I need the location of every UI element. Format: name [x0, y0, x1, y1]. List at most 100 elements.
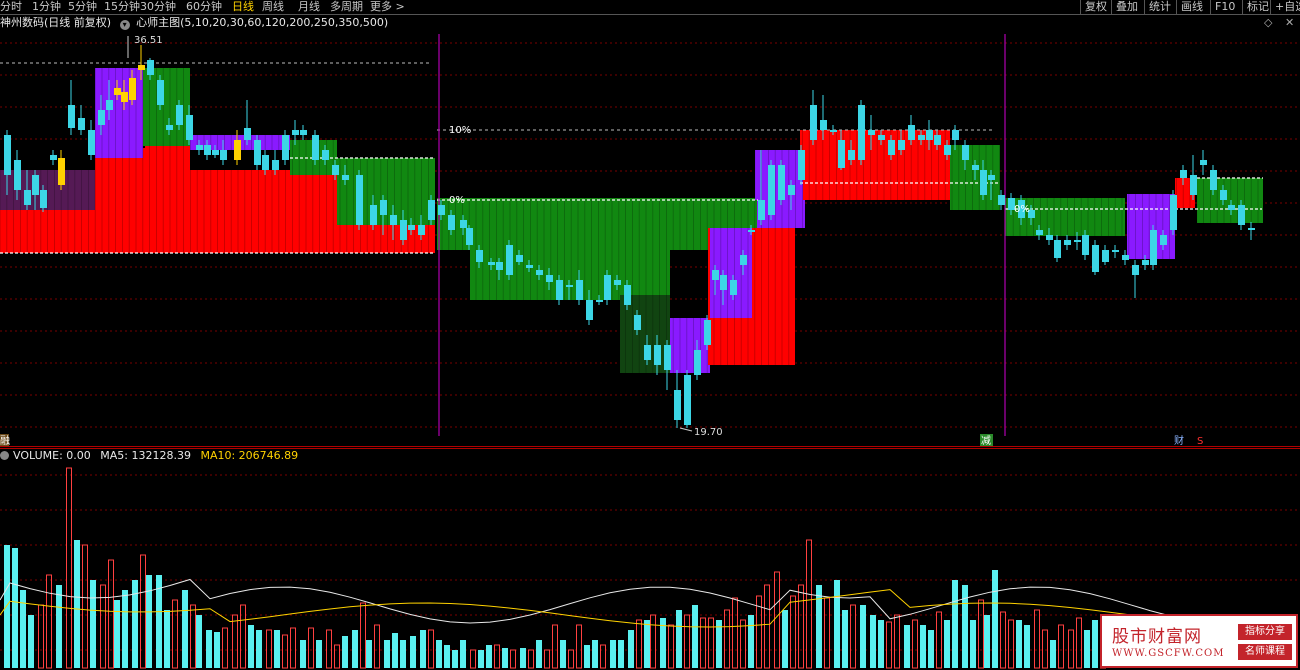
volume-bar-up [708, 617, 714, 669]
candle-body [332, 165, 339, 175]
candle-body [32, 175, 39, 195]
candle-body [810, 105, 817, 140]
candle-body [980, 170, 987, 195]
volume-bar-down [520, 648, 526, 668]
candle-body [674, 390, 681, 420]
volume-bar-down [206, 630, 212, 668]
volume-bar-up [1058, 624, 1064, 669]
watermark-title: 股市财富网 [1112, 627, 1202, 647]
candle-body [1248, 228, 1255, 230]
volume-bar-down [952, 580, 958, 668]
low-price-label: 19.70 [694, 427, 723, 438]
candle-body [24, 190, 31, 205]
candle-body [114, 88, 121, 95]
volume-bar-down [486, 645, 492, 668]
candle-body [1160, 235, 1167, 245]
volume-bar-up [936, 611, 942, 669]
candle-body [506, 245, 513, 275]
volume-bar-up [850, 604, 856, 669]
candle-body [624, 285, 631, 305]
volume-bar-up [700, 617, 706, 669]
volume-bar-down [352, 630, 358, 668]
volume-bar-down [300, 640, 306, 668]
volume-bar-down [644, 620, 650, 668]
candle-body [898, 140, 905, 150]
volume-bar-up [1068, 629, 1074, 669]
candle-body [496, 262, 503, 270]
candle-body [644, 345, 651, 360]
volume-bar-down [74, 540, 80, 668]
candle-body [778, 165, 785, 200]
volume-bar-down [214, 632, 220, 668]
candle-body [546, 275, 553, 282]
volume-bar-up [790, 595, 796, 669]
candle-body [466, 228, 473, 245]
volume-bar-up [576, 624, 582, 669]
candle-body [166, 125, 173, 130]
marker-s: S [1197, 436, 1203, 447]
candle-body [740, 255, 747, 265]
candle-body [654, 345, 661, 365]
candle-body [418, 225, 425, 235]
candle-body [1142, 260, 1149, 265]
candle-body [1122, 255, 1129, 260]
candle-body [798, 150, 805, 180]
candle-body [356, 175, 363, 225]
volume-bar-up [912, 619, 918, 669]
candle-body [1064, 240, 1071, 245]
candle-body [934, 135, 941, 145]
candle-body [952, 130, 959, 140]
candle-body [1210, 170, 1217, 190]
candle-body [78, 118, 85, 130]
candle-body [858, 105, 865, 160]
volume-collapse-icon[interactable] [0, 451, 9, 460]
volume-bar-up [684, 614, 690, 669]
volume-bar-down [842, 610, 848, 668]
volume-bar-up [894, 614, 900, 669]
candle-body [272, 160, 279, 170]
volume-label: VOLUME: 0.00 [13, 449, 91, 462]
candle-body [204, 145, 211, 155]
volume-bar-down [146, 575, 152, 668]
candle-body [292, 130, 299, 135]
watermark-badge: 股市财富网 WWW.GSCFW.COM 指标分享 名师课程 [1100, 614, 1298, 668]
candle-body [408, 225, 415, 230]
volume-bar-down [196, 615, 202, 668]
marker-left: 融 [0, 435, 10, 447]
volume-bar-up [732, 597, 738, 669]
candle-body [1132, 265, 1139, 275]
volume-bar-down [860, 605, 866, 668]
volume-bar-up [308, 627, 314, 669]
candle-body [926, 130, 933, 140]
candle-body [1102, 250, 1109, 262]
volume-bar-down [182, 590, 188, 668]
volume-bar-down [316, 640, 322, 668]
volume-bar-down [592, 640, 598, 668]
volume-bar-down [584, 645, 590, 668]
volume-bar-down [400, 640, 406, 668]
candle-body [428, 200, 435, 220]
candle-body [1036, 230, 1043, 235]
volume-bar-up [1076, 617, 1082, 669]
volume-bar-up [1042, 629, 1048, 669]
watermark-url: WWW.GSCFW.COM [1112, 648, 1225, 659]
kline-chart[interactable]: 36.51 19.70 10% 0% 0% 融 减 财 S [0, 0, 1300, 670]
volume-bar-down [4, 545, 10, 668]
candle-body [300, 130, 307, 135]
candle-body [196, 145, 203, 150]
volume-bar-up [1000, 611, 1006, 669]
candle-body [50, 155, 57, 160]
candle-body [1220, 190, 1227, 200]
candle-body [4, 135, 11, 175]
watermark-tag-share: 指标分享 [1238, 624, 1292, 640]
candle-body [380, 200, 387, 215]
candle-body [1200, 160, 1207, 165]
pct-0-label: 0% [449, 195, 465, 206]
volume-bar-up [636, 619, 642, 669]
volume-bar-down [410, 636, 416, 668]
candle-body [566, 285, 573, 287]
volume-bar-down [878, 620, 884, 668]
candle-body [1180, 170, 1187, 178]
candle-body [220, 150, 227, 160]
candle-body [1054, 240, 1061, 258]
